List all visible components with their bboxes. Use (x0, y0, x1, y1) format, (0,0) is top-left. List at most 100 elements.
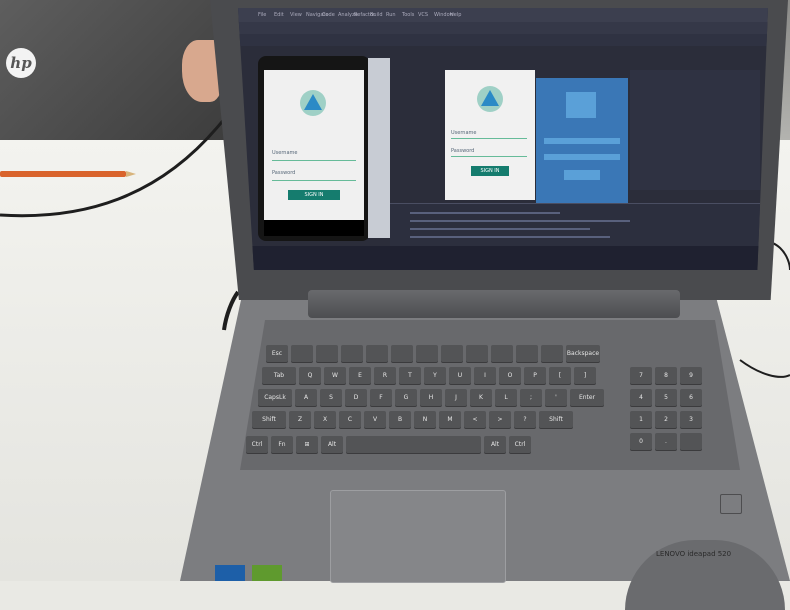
key[interactable]: M (439, 411, 461, 428)
key[interactable]: U (449, 367, 471, 384)
key[interactable] (416, 345, 438, 362)
layout-preview: Username Password SIGN IN (445, 70, 535, 200)
blueprint-button (564, 170, 600, 180)
key[interactable]: E (349, 367, 371, 384)
key[interactable]: J (445, 389, 467, 406)
key[interactable]: Backspace (566, 345, 600, 362)
key[interactable]: C (339, 411, 361, 428)
key[interactable]: [ (549, 367, 571, 384)
key[interactable]: W (324, 367, 346, 384)
key[interactable]: Enter (570, 389, 604, 406)
key[interactable] (341, 345, 363, 362)
laptop-hinge (308, 290, 680, 318)
key[interactable]: Shift (539, 411, 573, 428)
key[interactable]: K (470, 389, 492, 406)
menu-item[interactable]: Tools (402, 12, 414, 18)
intel-sticker (215, 565, 245, 581)
preview-arrow-icon (481, 90, 499, 106)
menu-item[interactable]: Edit (274, 12, 284, 18)
key[interactable]: ' (545, 389, 567, 406)
numpad-key[interactable]: 6 (680, 389, 702, 406)
key[interactable]: Ctrl (509, 436, 531, 453)
menu-item[interactable]: Run (386, 12, 396, 18)
phone-signin-button[interactable]: SIGN IN (288, 190, 340, 200)
key[interactable]: ? (514, 411, 536, 428)
key[interactable]: Alt (484, 436, 506, 453)
menu-item[interactable]: File (258, 12, 266, 18)
key[interactable]: Esc (266, 345, 288, 362)
key[interactable]: T (399, 367, 421, 384)
preview-password-field[interactable] (451, 156, 527, 157)
key[interactable] (391, 345, 413, 362)
log-line (410, 228, 590, 230)
numpad-key[interactable]: 0 (630, 433, 652, 450)
menu-item[interactable]: Code (322, 12, 335, 18)
key[interactable]: I (474, 367, 496, 384)
numpad-key[interactable]: 7 (630, 367, 652, 384)
key[interactable] (516, 345, 538, 362)
numpad-key[interactable] (680, 433, 702, 450)
key[interactable] (491, 345, 513, 362)
key[interactable]: X (314, 411, 336, 428)
key[interactable]: P (524, 367, 546, 384)
key[interactable] (366, 345, 388, 362)
key[interactable]: A (295, 389, 317, 406)
numpad-key[interactable]: 8 (655, 367, 677, 384)
phone-username-label: Username (272, 150, 298, 156)
key[interactable]: Tab (262, 367, 296, 384)
key[interactable]: R (374, 367, 396, 384)
key[interactable]: H (420, 389, 442, 406)
key[interactable]: G (395, 389, 417, 406)
key[interactable]: Y (424, 367, 446, 384)
key[interactable] (441, 345, 463, 362)
menu-item[interactable]: Build (370, 12, 383, 18)
lenovo-brand-label: LENOVO ideapad 520 (656, 550, 732, 558)
key[interactable] (541, 345, 563, 362)
key[interactable]: N (414, 411, 436, 428)
key[interactable]: Alt (321, 436, 343, 453)
key[interactable]: D (345, 389, 367, 406)
preview-username-field[interactable] (451, 138, 527, 139)
key[interactable] (316, 345, 338, 362)
logcat-pane (390, 203, 760, 248)
key[interactable]: Ctrl (246, 436, 268, 453)
numpad-key[interactable]: 9 (680, 367, 702, 384)
ide-toolbar (238, 22, 768, 34)
key[interactable]: Shift (252, 411, 286, 428)
numpad-key[interactable]: 3 (680, 411, 702, 428)
key[interactable]: F (370, 389, 392, 406)
numpad-key[interactable]: 5 (655, 389, 677, 406)
key[interactable]: < (464, 411, 486, 428)
key[interactable]: S (320, 389, 342, 406)
key[interactable]: O (499, 367, 521, 384)
numpad-key[interactable]: 4 (630, 389, 652, 406)
key[interactable]: ] (574, 367, 596, 384)
phone-password-field[interactable] (272, 180, 356, 181)
fingerprint-reader[interactable] (720, 494, 742, 514)
menu-item[interactable]: Help (450, 12, 461, 18)
menu-item[interactable]: VCS (418, 12, 428, 18)
touchpad[interactable] (330, 490, 506, 583)
key[interactable]: Q (299, 367, 321, 384)
key[interactable]: ⊞ (296, 436, 318, 453)
key[interactable] (466, 345, 488, 362)
phone-username-field[interactable] (272, 160, 356, 161)
key[interactable]: CapsLk (258, 389, 292, 406)
key[interactable] (346, 436, 481, 453)
attributes-pane (630, 70, 760, 190)
key[interactable]: L (495, 389, 517, 406)
key[interactable]: ; (520, 389, 542, 406)
numpad-key[interactable]: . (655, 433, 677, 450)
key[interactable]: B (389, 411, 411, 428)
key[interactable] (291, 345, 313, 362)
upload-arrow-icon (304, 94, 322, 110)
key[interactable]: V (364, 411, 386, 428)
numpad-key[interactable]: 2 (655, 411, 677, 428)
key[interactable]: Fn (271, 436, 293, 453)
key[interactable]: Z (289, 411, 311, 428)
numpad-key[interactable]: 1 (630, 411, 652, 428)
log-line (410, 220, 630, 222)
key[interactable]: > (489, 411, 511, 428)
preview-signin-button[interactable]: SIGN IN (471, 166, 509, 176)
menu-item[interactable]: View (290, 12, 302, 18)
